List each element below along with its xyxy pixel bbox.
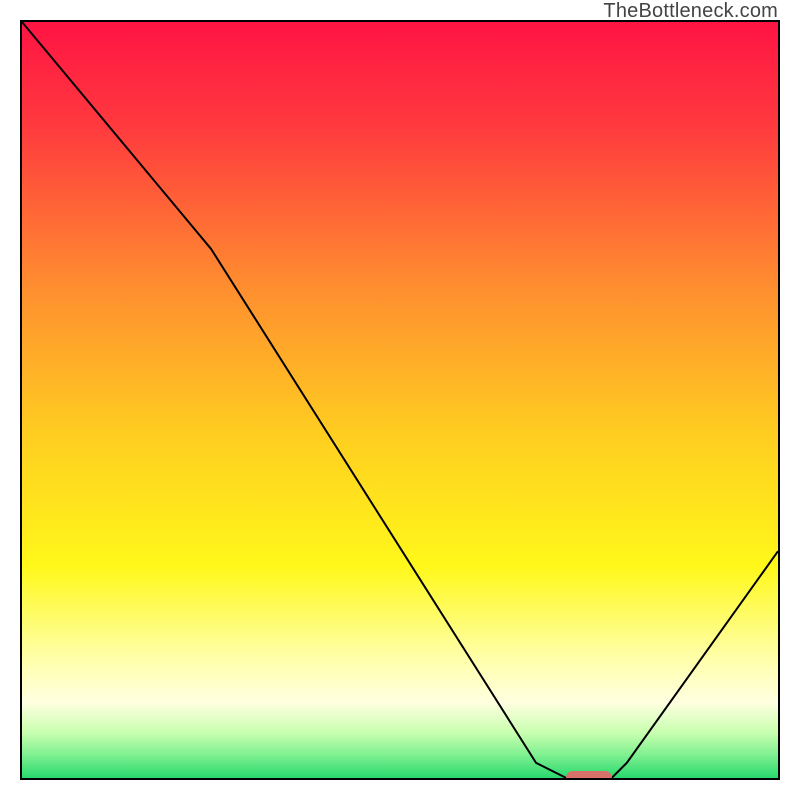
optimal-point-marker bbox=[566, 771, 611, 780]
curve-path bbox=[22, 22, 778, 778]
chart-frame bbox=[20, 20, 780, 780]
bottleneck-curve bbox=[22, 22, 778, 778]
